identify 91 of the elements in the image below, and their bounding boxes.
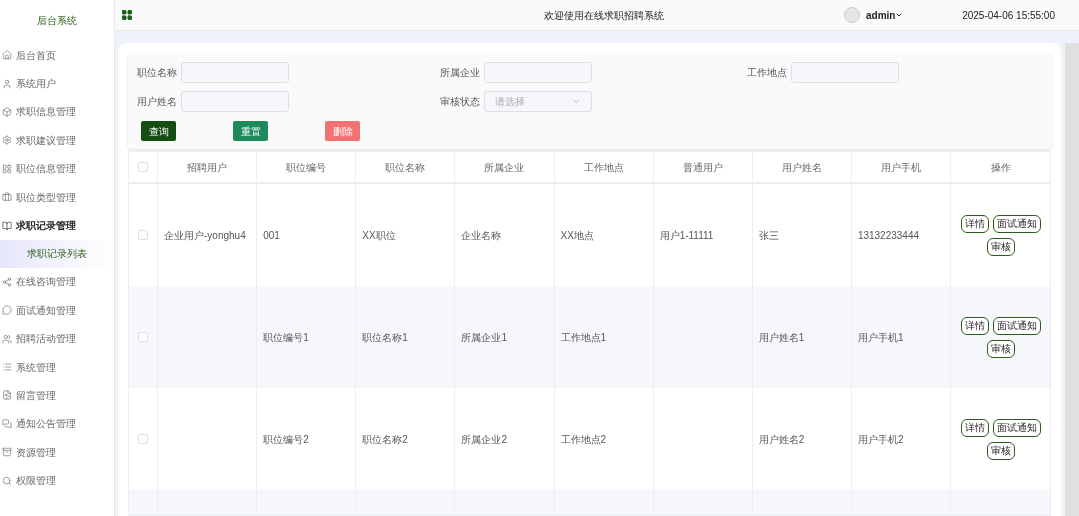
column-header: 所属企业	[454, 152, 554, 182]
table-cell-text: 001	[263, 228, 280, 243]
sidebar-item[interactable]: 在线咨询管理	[0, 267, 114, 297]
messages-icon	[2, 418, 12, 429]
filter-label: 工作地点	[747, 66, 787, 80]
sidebar-item[interactable]: 通知公告管理	[0, 409, 114, 439]
table-cell-text: 张三	[758, 228, 779, 243]
scrollbar[interactable]	[1065, 43, 1079, 516]
column-header: 用户姓名	[751, 152, 851, 182]
table-cell-text: XX职位	[362, 228, 396, 243]
table-cell-text: 企业用户-yonghu4	[164, 228, 246, 243]
book-icon	[2, 220, 12, 231]
table-cell-text: 职位编号2	[263, 432, 309, 447]
row-action-button[interactable]: 审核	[986, 339, 1015, 358]
sidebar-item[interactable]: 招聘活动管理	[0, 324, 114, 353]
sidebar-item[interactable]: 后台首页	[0, 41, 114, 70]
input-field[interactable]	[484, 62, 592, 83]
sidebar-title: 后台系统	[36, 13, 78, 28]
table-cell-text: 工作地点1	[560, 330, 607, 345]
sidebar-item[interactable]: 职位类型管理	[0, 182, 114, 212]
table-cell-text: 用户姓名2	[758, 432, 805, 447]
input-field[interactable]	[181, 62, 289, 83]
table-cell-text: 13132233444	[857, 228, 920, 243]
sidebar-item[interactable]: 系统用户	[0, 69, 114, 98]
chevron-icon	[572, 97, 581, 106]
input-field[interactable]	[791, 62, 899, 83]
sidebar-item[interactable]: 求职建议管理	[0, 126, 114, 155]
chat-icon	[2, 305, 12, 316]
page-title: 欢迎使用在线求职招聘系统	[544, 8, 665, 23]
table-cell-text: 所属企业1	[461, 330, 507, 345]
filter-label: 审核状态	[440, 95, 480, 109]
column-header: 职位名称	[355, 152, 455, 182]
table-cell-text: 用户手机2	[857, 432, 904, 447]
table-cell-text: 用户1-11111	[659, 228, 714, 243]
row-action-button[interactable]: 面试通知	[992, 316, 1041, 335]
share-icon	[2, 276, 12, 287]
checkbox[interactable]	[138, 230, 148, 240]
table-cell-text: 用户手机1	[857, 330, 904, 345]
column-header: 工作地点	[553, 152, 653, 182]
row-action-button[interactable]: 详情	[960, 316, 989, 335]
sidebar-item[interactable]: 资源管理	[0, 438, 114, 467]
sidebar-item[interactable]: 面试通知管理	[0, 296, 114, 325]
column-header: 操作	[950, 152, 1050, 182]
table-cell-text: 职位名称1	[362, 330, 408, 345]
user-icon	[2, 78, 12, 89]
action-button[interactable]: 查询	[141, 121, 176, 141]
row-action-button[interactable]: 详情	[960, 418, 989, 437]
sidebar-item[interactable]: 权限管理	[0, 466, 114, 495]
row-action-button[interactable]: 详情	[960, 214, 989, 233]
column-header: 招聘用户	[157, 152, 257, 182]
archive-icon	[2, 447, 12, 458]
search-icon	[2, 475, 12, 486]
checkbox[interactable]	[138, 434, 148, 444]
table-cell-text: 企业名称	[461, 228, 502, 243]
sidebar-item[interactable]: 求职记录管理	[0, 211, 114, 240]
filter-label: 用户姓名	[137, 95, 177, 109]
row-action-button[interactable]: 审核	[986, 441, 1015, 460]
column-header: 用户手机	[850, 152, 950, 182]
input-field[interactable]	[181, 91, 289, 112]
table-cell-text: 工作地点2	[560, 432, 607, 447]
filter-label: 所属企业	[440, 66, 480, 80]
chevron-icon	[895, 11, 904, 19]
table-cell-text: 所属企业2	[461, 432, 507, 447]
box-icon	[2, 106, 12, 117]
column-header: 职位编号	[256, 152, 356, 182]
home-icon	[2, 50, 12, 61]
checkbox[interactable]	[138, 162, 148, 172]
action-button[interactable]: 重置	[233, 121, 268, 141]
sidebar-item[interactable]: 职位信息管理	[0, 154, 114, 183]
table-cell-text: 用户姓名1	[758, 330, 805, 345]
sidebar-item[interactable]: 留言管理	[0, 381, 114, 410]
datetime: 2025-04-06 15:55:00	[962, 8, 1055, 23]
user-menu[interactable]: admin	[866, 7, 904, 23]
list-icon	[2, 362, 12, 373]
table-cell-text: 职位名称2	[362, 432, 408, 447]
row-action-button[interactable]: 面试通知	[992, 214, 1041, 233]
grid-icon[interactable]	[121, 9, 133, 21]
avatar-icon[interactable]	[844, 7, 860, 23]
row-action-button[interactable]: 面试通知	[992, 418, 1041, 437]
table-cell-text: XX地点	[560, 228, 594, 243]
sidebar-item[interactable]: 系统管理	[0, 352, 114, 382]
gear-icon	[2, 135, 12, 146]
briefcase-icon	[2, 192, 12, 203]
grid-icon	[2, 163, 12, 174]
table-cell-text: 职位编号1	[263, 330, 309, 345]
filter-label: 职位名称	[137, 66, 177, 80]
sidebar-item[interactable]: 求职信息管理	[0, 97, 114, 127]
row-action-button[interactable]: 审核	[986, 237, 1015, 256]
column-header: 普通用户	[652, 152, 752, 182]
checkbox[interactable]	[138, 332, 148, 342]
users-icon	[2, 333, 12, 344]
